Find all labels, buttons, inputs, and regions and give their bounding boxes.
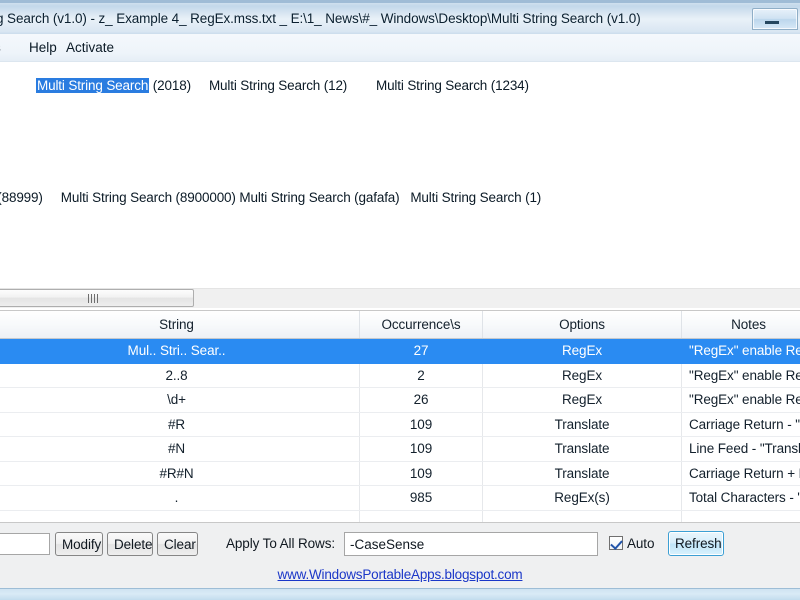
cell-occurrences	[359, 510, 483, 522]
auto-checkbox-label: Auto	[627, 536, 655, 551]
cell-options: RegEx(s)	[482, 485, 682, 511]
match-5: Multi String Search (8900000)	[60, 190, 236, 205]
apply-to-all-rows-input[interactable]	[344, 532, 598, 556]
refresh-button[interactable]: Refresh	[668, 531, 724, 556]
minimize-button[interactable]	[752, 8, 798, 30]
cell-options: Translate	[482, 461, 682, 486]
menu-item-activate[interactable]: Activate	[62, 39, 118, 56]
cell-occurrences: 27	[359, 338, 483, 364]
search-strings-grid[interactable]: String Occurrence\s Options Notes Mul.. …	[0, 310, 800, 522]
selected-match[interactable]: Multi String Search	[36, 78, 150, 93]
grid-header-row: String Occurrence\s Options Notes	[0, 311, 800, 339]
cell-options: RegEx	[482, 387, 682, 413]
delete-button[interactable]: Delete	[107, 532, 153, 556]
cell-notes: Total Characters - "	[681, 485, 800, 511]
match-4: arch (88999)	[0, 190, 43, 205]
cell-string: 2..8	[0, 363, 360, 388]
menu-bar: s Help Activate	[0, 34, 800, 62]
grid-table: String Occurrence\s Options Notes Mul.. …	[0, 311, 800, 522]
cell-notes: Line Feed - "Transla	[681, 436, 800, 462]
cell-occurrences: 109	[359, 412, 483, 437]
result-line-1: Multi String Search (2018) Multi String …	[36, 78, 529, 93]
footer: www.WindowsPortableApps.blogspot.com	[0, 564, 800, 588]
cell-options	[482, 510, 682, 522]
cell-occurrences: 985	[359, 485, 483, 511]
window-title: g Search (v1.0) - z_ Example 4_ RegEx.ms…	[0, 11, 641, 26]
table-row[interactable]: #N 109 Translate Line Feed - "Transla	[0, 436, 800, 462]
match-7: Multi String Search (1)	[410, 190, 542, 205]
cell-options: RegEx	[482, 363, 682, 388]
cell-options: RegEx	[482, 338, 682, 364]
apply-to-all-rows-label: Apply To All Rows:	[226, 536, 336, 551]
row-number-input[interactable]	[0, 533, 50, 555]
cell-occurrences: 109	[359, 436, 483, 462]
cell-notes: "RegEx" enable Re	[681, 338, 800, 364]
match-1-suffix: (2018)	[149, 78, 191, 93]
status-bar	[0, 588, 800, 600]
cell-string: #R	[0, 412, 360, 437]
modify-button[interactable]: Modify	[55, 532, 103, 556]
cell-options: Translate	[482, 412, 682, 437]
match-3: Multi String Search (1234)	[375, 78, 529, 93]
grip-dots-icon	[88, 294, 98, 303]
scrollbar-thumb[interactable]	[0, 289, 194, 307]
match-2: Multi String Search (12)	[208, 78, 348, 93]
horizontal-scrollbar[interactable]	[0, 288, 800, 308]
column-header-notes[interactable]: Notes	[681, 311, 800, 339]
result-line-2: arch (88999) Multi String Search (890000…	[0, 190, 541, 205]
cell-occurrences: 109	[359, 461, 483, 486]
cell-string: #N	[0, 436, 360, 462]
grid-body: Mul.. Stri.. Sear.. 27 RegEx "RegEx" ena…	[0, 338, 800, 522]
cell-string: Mul.. Stri.. Sear..	[0, 338, 360, 364]
cell-occurrences: 26	[359, 387, 483, 413]
match-6: Multi String Search (gafafa)	[239, 190, 400, 205]
cell-notes: "RegEx" enable Re	[681, 363, 800, 388]
table-row[interactable]: Mul.. Stri.. Sear.. 27 RegEx "RegEx" ena…	[0, 338, 800, 364]
cell-string	[0, 510, 360, 522]
column-header-string[interactable]: String	[0, 311, 360, 339]
table-row[interactable]: #R#N 109 Translate Carriage Return + L	[0, 461, 800, 486]
application-window: g Search (v1.0) - z_ Example 4_ RegEx.ms…	[0, 0, 800, 600]
cell-options: Translate	[482, 436, 682, 462]
auto-checkbox[interactable]	[609, 536, 623, 550]
table-row[interactable]: . 985 RegEx(s) Total Characters - "	[0, 485, 800, 511]
title-bar: g Search (v1.0) - z_ Example 4_ RegEx.ms…	[0, 0, 800, 34]
table-row[interactable]: 2..8 2 RegEx "RegEx" enable Re	[0, 363, 800, 388]
cell-string: .	[0, 485, 360, 511]
website-link[interactable]: www.WindowsPortableApps.blogspot.com	[278, 567, 523, 582]
cell-string: \d+	[0, 387, 360, 413]
cell-notes: Carriage Return + L	[681, 461, 800, 486]
cell-notes	[681, 510, 800, 522]
column-header-options[interactable]: Options	[482, 311, 682, 339]
table-row[interactable]: #R 109 Translate Carriage Return - "	[0, 412, 800, 437]
menu-item-help[interactable]: Help	[25, 39, 61, 56]
bottom-toolbar: Modify Delete Clear Apply To All Rows: A…	[0, 522, 800, 564]
cell-occurrences: 2	[359, 363, 483, 388]
table-row[interactable]: \d+ 26 RegEx "RegEx" enable Re	[0, 387, 800, 413]
column-header-occurrences[interactable]: Occurrence\s	[359, 311, 483, 339]
clear-button[interactable]: Clear	[157, 532, 198, 556]
menu-item-tools[interactable]: s	[0, 39, 5, 56]
results-text-pane[interactable]: Multi String Search (2018) Multi String …	[0, 62, 800, 286]
cell-notes: Carriage Return - "	[681, 412, 800, 437]
cell-string: #R#N	[0, 461, 360, 486]
cell-notes: "RegEx" enable Re	[681, 387, 800, 413]
table-row[interactable]	[0, 510, 800, 522]
